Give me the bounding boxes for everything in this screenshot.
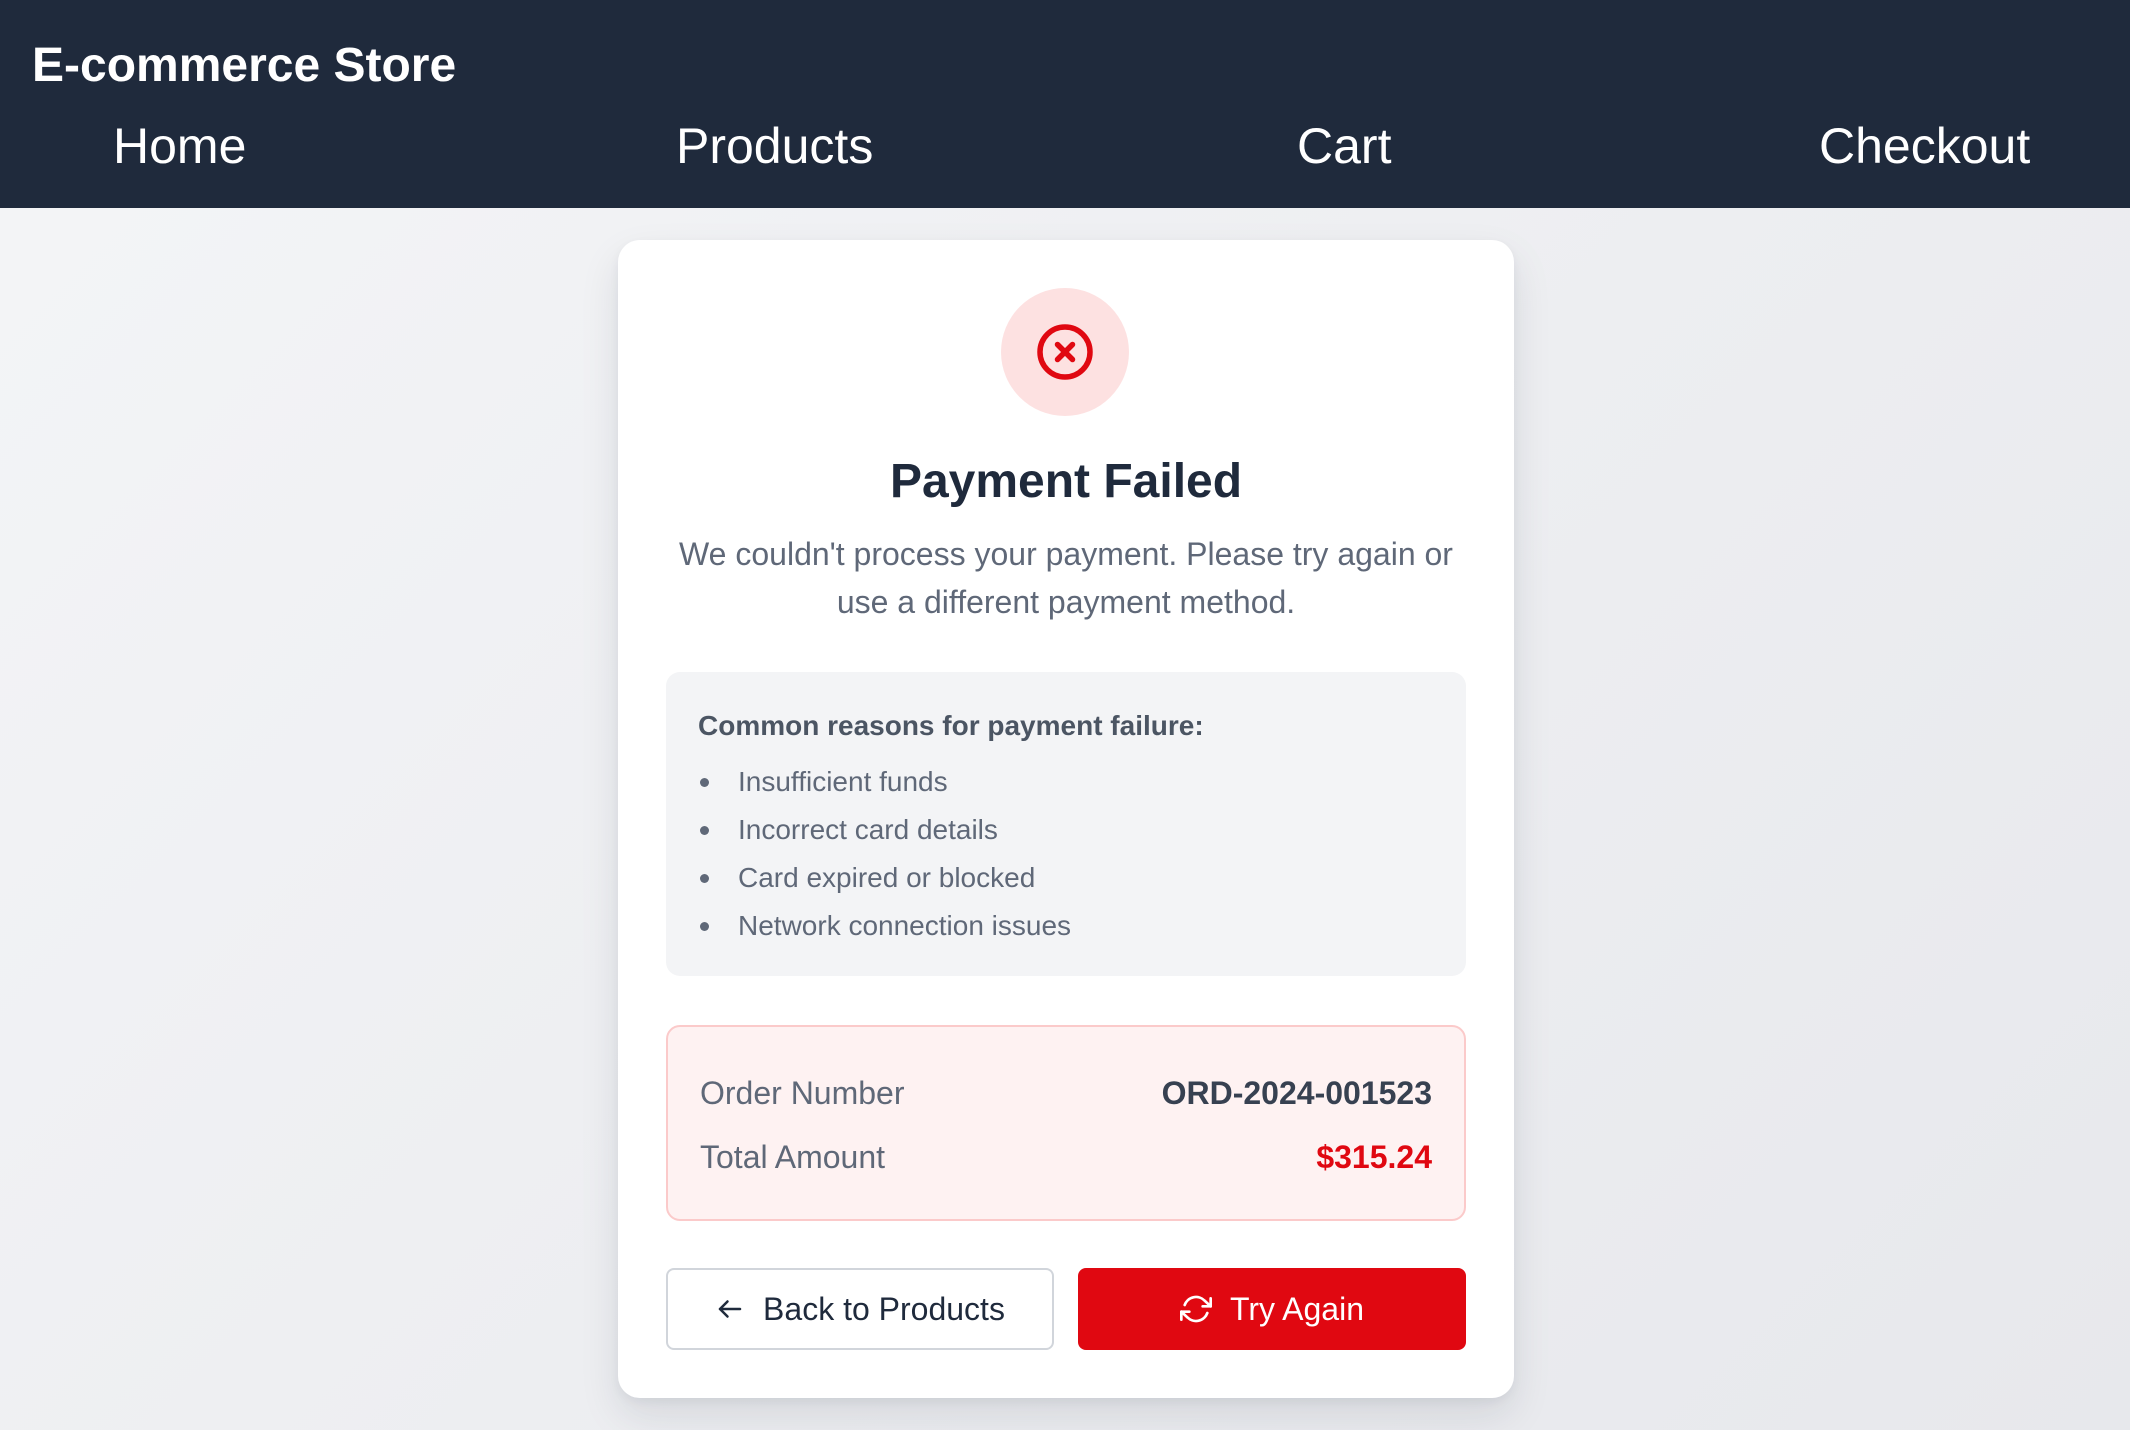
- failure-reasons-panel: Common reasons for payment failure: Insu…: [666, 672, 1466, 976]
- back-to-products-button[interactable]: Back to Products: [666, 1268, 1054, 1350]
- try-again-button[interactable]: Try Again: [1078, 1268, 1466, 1350]
- order-summary-box: Order Number ORD-2024-001523 Total Amoun…: [666, 1025, 1466, 1221]
- x-circle-icon: [1037, 324, 1093, 380]
- bullet-icon: [700, 874, 709, 883]
- total-amount-label: Total Amount: [700, 1139, 885, 1175]
- page-title: Payment Failed: [889, 455, 1243, 508]
- nav-link-cart[interactable]: Cart: [1297, 116, 1391, 176]
- reason-text: Insufficient funds: [738, 766, 948, 797]
- nav-link-checkout[interactable]: Checkout: [1819, 116, 2030, 176]
- reason-text: Network connection issues: [738, 910, 1072, 941]
- error-icon-badge: [1001, 288, 1129, 416]
- list-item: Incorrect card details: [698, 810, 1071, 858]
- reason-text: Card expired or blocked: [738, 862, 1036, 893]
- failure-reasons-heading: Common reasons for payment failure:: [698, 710, 1204, 741]
- nav-link-home[interactable]: Home: [113, 116, 246, 176]
- order-number-label: Order Number: [700, 1075, 905, 1111]
- refresh-icon: [1180, 1295, 1212, 1323]
- reason-text: Incorrect card details: [738, 814, 998, 845]
- failure-reasons-list: Insufficient funds Incorrect card detail…: [698, 762, 1071, 954]
- store-brand[interactable]: E-commerce Store: [32, 38, 456, 94]
- bullet-icon: [700, 826, 709, 835]
- list-item: Insufficient funds: [698, 762, 1071, 810]
- top-navigation-bar: E-commerce Store Home Products Cart Chec…: [0, 0, 2130, 208]
- error-message: We couldn't process your payment. Please…: [679, 536, 1453, 620]
- bullet-icon: [700, 778, 709, 787]
- back-to-products-label: Back to Products: [763, 1290, 1005, 1327]
- try-again-label: Try Again: [1230, 1290, 1364, 1327]
- arrow-left-icon: [718, 1300, 742, 1318]
- nav-link-products[interactable]: Products: [676, 116, 873, 176]
- bullet-icon: [700, 922, 709, 931]
- total-amount-value: $315.24: [1316, 1139, 1432, 1175]
- order-number-value: ORD-2024-001523: [1161, 1075, 1432, 1111]
- list-item: Network connection issues: [698, 906, 1071, 954]
- list-item: Card expired or blocked: [698, 858, 1071, 906]
